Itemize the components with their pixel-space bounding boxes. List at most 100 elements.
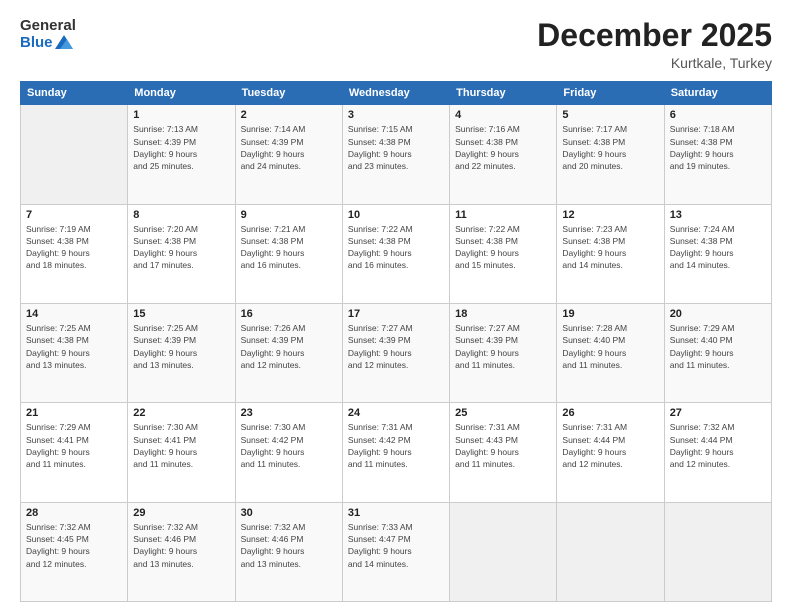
day-info: Sunrise: 7:29 AMSunset: 4:40 PMDaylight:… — [670, 322, 766, 371]
day-info: Sunrise: 7:32 AMSunset: 4:46 PMDaylight:… — [241, 521, 337, 570]
subtitle: Kurtkale, Turkey — [537, 55, 772, 71]
calendar-cell: 9 Sunrise: 7:21 AMSunset: 4:38 PMDaylight… — [235, 204, 342, 303]
day-info: Sunrise: 7:22 AMSunset: 4:38 PMDaylight:… — [455, 223, 551, 272]
day-info: Sunrise: 7:32 AMSunset: 4:44 PMDaylight:… — [670, 421, 766, 470]
day-info: Sunrise: 7:29 AMSunset: 4:41 PMDaylight:… — [26, 421, 122, 470]
day-number: 30 — [241, 507, 337, 519]
day-number: 10 — [348, 209, 444, 221]
day-number: 14 — [26, 308, 122, 320]
calendar-header-sunday: Sunday — [21, 82, 128, 105]
day-number: 28 — [26, 507, 122, 519]
day-number: 15 — [133, 308, 229, 320]
calendar-cell: 12 Sunrise: 7:23 AMSunset: 4:38 PMDayligh… — [557, 204, 664, 303]
day-info: Sunrise: 7:31 AMSunset: 4:42 PMDaylight:… — [348, 421, 444, 470]
day-number: 6 — [670, 109, 766, 121]
calendar-header-friday: Friday — [557, 82, 664, 105]
calendar-cell: 31 Sunrise: 7:33 AMSunset: 4:47 PMDayligh… — [342, 502, 449, 601]
day-number: 11 — [455, 209, 551, 221]
day-number: 19 — [562, 308, 658, 320]
day-number: 29 — [133, 507, 229, 519]
calendar-header-tuesday: Tuesday — [235, 82, 342, 105]
calendar-cell: 3 Sunrise: 7:15 AMSunset: 4:38 PMDaylight… — [342, 105, 449, 204]
calendar-cell: 16Sunrise: 7:26 AMSunset: 4:39 PMDayligh… — [235, 303, 342, 402]
calendar-cell: 15 Sunrise: 7:25 AMSunset: 4:39 PMDayligh… — [128, 303, 235, 402]
day-info: Sunrise: 7:27 AMSunset: 4:39 PMDaylight:… — [348, 322, 444, 371]
calendar-table: SundayMondayTuesdayWednesdayThursdayFrid… — [20, 81, 772, 602]
calendar-cell: 24 Sunrise: 7:31 AMSunset: 4:42 PMDayligh… — [342, 403, 449, 502]
day-info: Sunrise: 7:30 AMSunset: 4:42 PMDaylight:… — [241, 421, 337, 470]
day-number: 4 — [455, 109, 551, 121]
day-number: 13 — [670, 209, 766, 221]
calendar-cell — [21, 105, 128, 204]
day-number: 26 — [562, 407, 658, 419]
day-info: Sunrise: 7:28 AMSunset: 4:40 PMDaylight:… — [562, 322, 658, 371]
day-info: Sunrise: 7:27 AMSunset: 4:39 PMDaylight:… — [455, 322, 551, 371]
day-number: 9 — [241, 209, 337, 221]
day-number: 25 — [455, 407, 551, 419]
day-number: 1 — [133, 109, 229, 121]
day-info: Sunrise: 7:23 AMSunset: 4:38 PMDaylight:… — [562, 223, 658, 272]
day-number: 12 — [562, 209, 658, 221]
day-number: 27 — [670, 407, 766, 419]
calendar-cell: 20 Sunrise: 7:29 AMSunset: 4:40 PMDayligh… — [664, 303, 771, 402]
calendar-cell: 27 Sunrise: 7:32 AMSunset: 4:44 PMDayligh… — [664, 403, 771, 502]
day-number: 20 — [670, 308, 766, 320]
logo-blue: Blue — [20, 35, 53, 52]
calendar-week-row: 14 Sunrise: 7:25 AMSunset: 4:38 PMDayligh… — [21, 303, 772, 402]
day-number: 8 — [133, 209, 229, 221]
calendar-week-row: 7Sunrise: 7:19 AMSunset: 4:38 PMDaylight… — [21, 204, 772, 303]
day-info: Sunrise: 7:18 AMSunset: 4:38 PMDaylight:… — [670, 123, 766, 172]
day-info: Sunrise: 7:32 AMSunset: 4:45 PMDaylight:… — [26, 521, 122, 570]
day-number: 21 — [26, 407, 122, 419]
calendar-cell: 19 Sunrise: 7:28 AMSunset: 4:40 PMDayligh… — [557, 303, 664, 402]
calendar-cell: 21 Sunrise: 7:29 AMSunset: 4:41 PMDayligh… — [21, 403, 128, 502]
header: General Blue December 2025 Kurtkale, Tur… — [20, 18, 772, 71]
calendar-cell: 7Sunrise: 7:19 AMSunset: 4:38 PMDaylight… — [21, 204, 128, 303]
day-info: Sunrise: 7:31 AMSunset: 4:43 PMDaylight:… — [455, 421, 551, 470]
calendar-cell: 25 Sunrise: 7:31 AMSunset: 4:43 PMDayligh… — [450, 403, 557, 502]
title-block: December 2025 Kurtkale, Turkey — [537, 18, 772, 71]
day-info: Sunrise: 7:22 AMSunset: 4:38 PMDaylight:… — [348, 223, 444, 272]
day-number: 31 — [348, 507, 444, 519]
calendar-cell: 22 Sunrise: 7:30 AMSunset: 4:41 PMDayligh… — [128, 403, 235, 502]
day-number: 24 — [348, 407, 444, 419]
day-info: Sunrise: 7:20 AMSunset: 4:38 PMDaylight:… — [133, 223, 229, 272]
day-number: 22 — [133, 407, 229, 419]
calendar-cell: 11 Sunrise: 7:22 AMSunset: 4:38 PMDayligh… — [450, 204, 557, 303]
calendar-header-saturday: Saturday — [664, 82, 771, 105]
calendar-header-row: SundayMondayTuesdayWednesdayThursdayFrid… — [21, 82, 772, 105]
day-info: Sunrise: 7:26 AMSunset: 4:39 PMDaylight:… — [241, 322, 337, 371]
day-number: 3 — [348, 109, 444, 121]
logo-text: General Blue — [20, 18, 76, 51]
day-info: Sunrise: 7:14 AMSunset: 4:39 PMDaylight:… — [241, 123, 337, 172]
day-info: Sunrise: 7:25 AMSunset: 4:38 PMDaylight:… — [26, 322, 122, 371]
day-info: Sunrise: 7:25 AMSunset: 4:39 PMDaylight:… — [133, 322, 229, 371]
logo: General Blue — [20, 18, 76, 51]
calendar-cell: 29 Sunrise: 7:32 AMSunset: 4:46 PMDayligh… — [128, 502, 235, 601]
day-info: Sunrise: 7:24 AMSunset: 4:38 PMDaylight:… — [670, 223, 766, 272]
day-info: Sunrise: 7:31 AMSunset: 4:44 PMDaylight:… — [562, 421, 658, 470]
logo-general: General — [20, 18, 76, 35]
calendar-cell: 26 Sunrise: 7:31 AMSunset: 4:44 PMDayligh… — [557, 403, 664, 502]
calendar-week-row: 21 Sunrise: 7:29 AMSunset: 4:41 PMDayligh… — [21, 403, 772, 502]
day-number: 2 — [241, 109, 337, 121]
calendar-week-row: 1Sunrise: 7:13 AMSunset: 4:39 PMDaylight… — [21, 105, 772, 204]
day-info: Sunrise: 7:32 AMSunset: 4:46 PMDaylight:… — [133, 521, 229, 570]
calendar-cell: 14 Sunrise: 7:25 AMSunset: 4:38 PMDayligh… — [21, 303, 128, 402]
logo-icon — [55, 35, 73, 51]
calendar-cell: 1Sunrise: 7:13 AMSunset: 4:39 PMDaylight… — [128, 105, 235, 204]
calendar-week-row: 28 Sunrise: 7:32 AMSunset: 4:45 PMDayligh… — [21, 502, 772, 601]
day-info: Sunrise: 7:33 AMSunset: 4:47 PMDaylight:… — [348, 521, 444, 570]
calendar-cell: 28 Sunrise: 7:32 AMSunset: 4:45 PMDayligh… — [21, 502, 128, 601]
day-number: 17 — [348, 308, 444, 320]
calendar-header-monday: Monday — [128, 82, 235, 105]
calendar-cell: 10 Sunrise: 7:22 AMSunset: 4:38 PMDayligh… — [342, 204, 449, 303]
calendar-header-thursday: Thursday — [450, 82, 557, 105]
day-info: Sunrise: 7:16 AMSunset: 4:38 PMDaylight:… — [455, 123, 551, 172]
calendar-cell: 30 Sunrise: 7:32 AMSunset: 4:46 PMDayligh… — [235, 502, 342, 601]
day-info: Sunrise: 7:21 AMSunset: 4:38 PMDaylight:… — [241, 223, 337, 272]
day-info: Sunrise: 7:30 AMSunset: 4:41 PMDaylight:… — [133, 421, 229, 470]
day-info: Sunrise: 7:15 AMSunset: 4:38 PMDaylight:… — [348, 123, 444, 172]
calendar-cell: 2 Sunrise: 7:14 AMSunset: 4:39 PMDaylight… — [235, 105, 342, 204]
day-number: 7 — [26, 209, 122, 221]
